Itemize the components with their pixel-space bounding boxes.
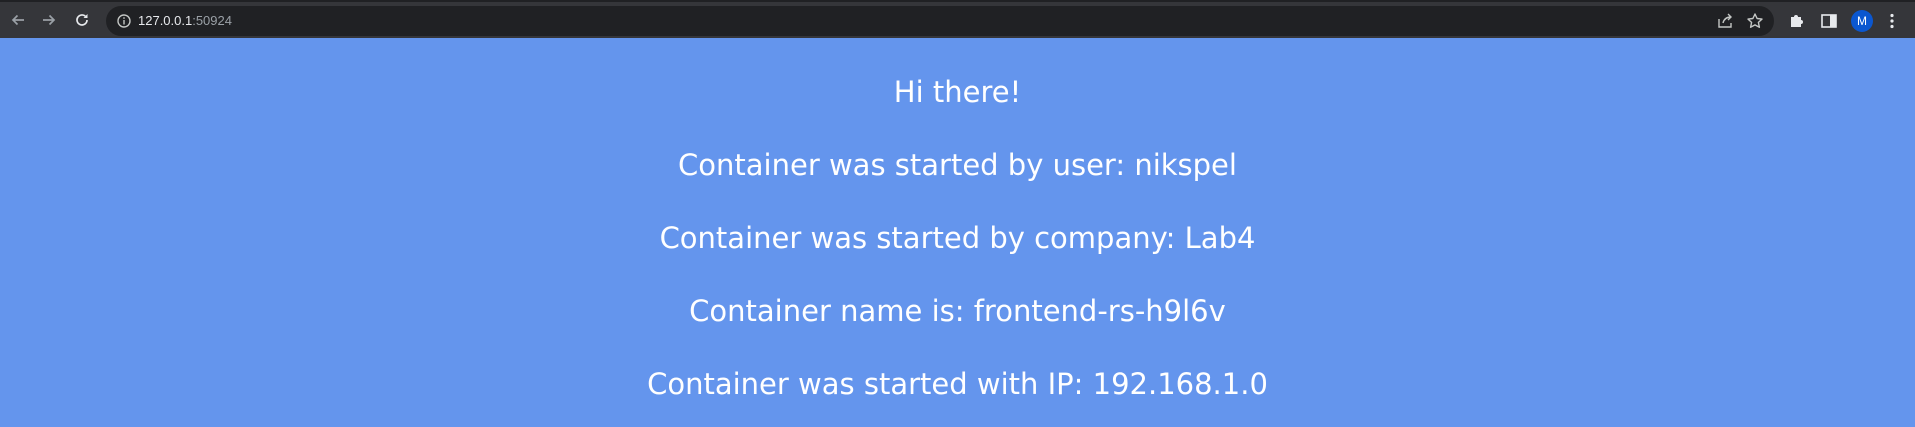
back-button[interactable]	[7, 9, 29, 31]
reload-icon	[74, 12, 90, 28]
puzzle-icon[interactable]	[1787, 11, 1807, 31]
url-port: :50924	[192, 13, 232, 28]
forward-button[interactable]	[38, 9, 60, 31]
kebab-menu-icon[interactable]	[1882, 11, 1902, 31]
arrow-left-icon	[10, 12, 26, 28]
arrow-right-icon	[41, 12, 57, 28]
address-bar[interactable]: 127.0.0.1:50924	[106, 6, 1774, 36]
browser-toolbar: 127.0.0.1:50924 M	[0, 0, 1915, 38]
info-icon[interactable]	[116, 13, 132, 29]
container-name-text: Container name is: frontend-rs-h9l6v	[689, 294, 1226, 328]
url-host: 127.0.0.1	[138, 13, 193, 28]
share-icon[interactable]	[1716, 12, 1734, 30]
user-info-text: Container was started by user: nikspel	[678, 148, 1237, 182]
profile-avatar[interactable]: M	[1851, 10, 1873, 32]
side-panel-icon[interactable]	[1819, 11, 1839, 31]
company-info-text: Container was started by company: Lab4	[659, 221, 1256, 255]
reload-button[interactable]	[71, 9, 93, 31]
ip-info-text: Container was started with IP: 192.168.1…	[647, 367, 1268, 401]
page-content: Hi there! Container was started by user:…	[0, 38, 1915, 427]
url-text[interactable]: 127.0.0.1:50924	[138, 6, 232, 36]
star-icon[interactable]	[1746, 12, 1764, 30]
greeting-text: Hi there!	[893, 75, 1022, 109]
